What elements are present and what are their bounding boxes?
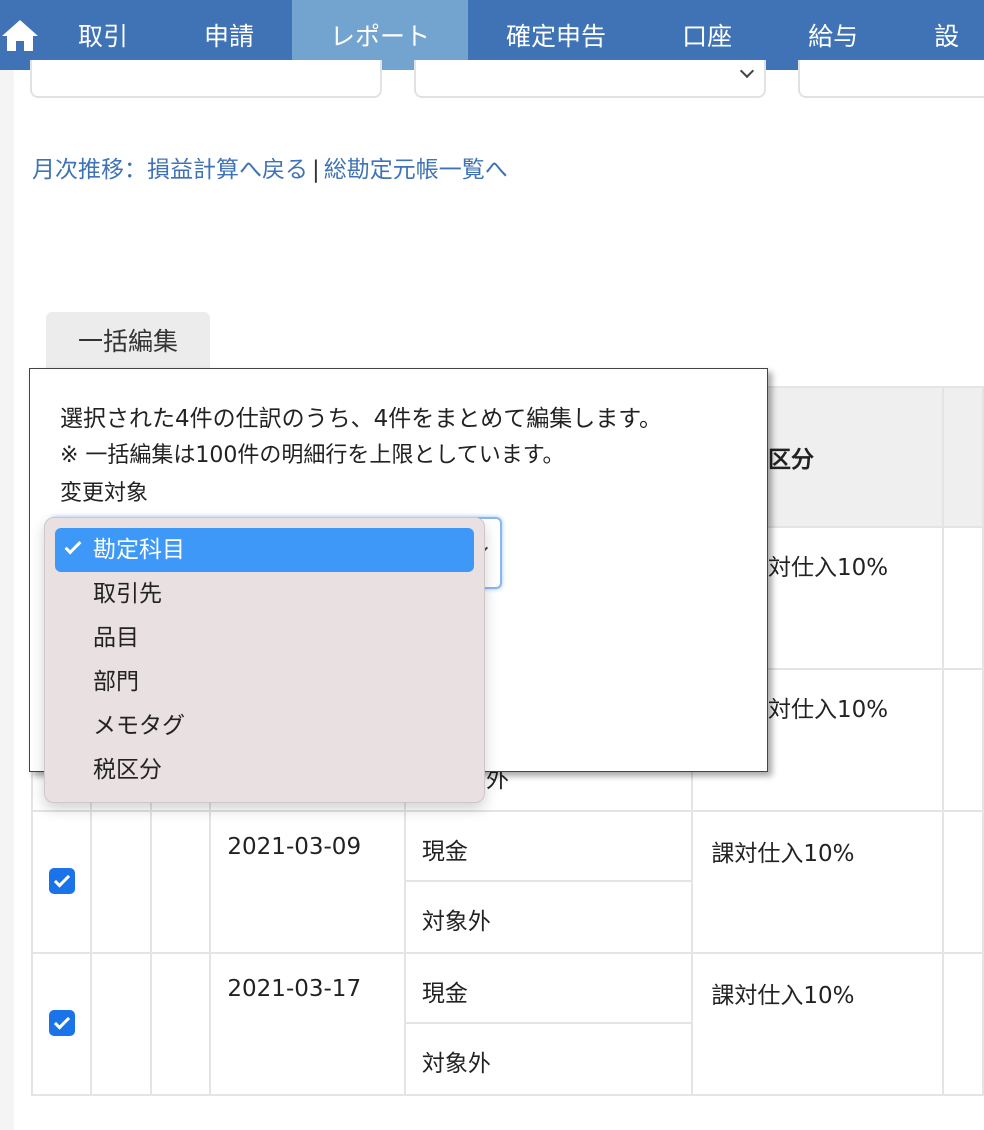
table-row: 2021-03-09 現金 対象外 課対仕入10% [30, 810, 984, 954]
row-account: 現金 [405, 812, 692, 882]
row-checkbox[interactable] [49, 1010, 75, 1036]
back-to-pl-link[interactable]: 月次推移：損益計算へ戻る [32, 157, 308, 183]
filter-input-3[interactable] [798, 60, 984, 98]
link-separator: | [312, 157, 320, 183]
dropdown-option-tax-class[interactable]: 税区分 [55, 748, 474, 792]
row-tax-type: 対象外 [421, 909, 491, 935]
row-tax-type: 対象外 [421, 1051, 491, 1077]
table-row: 2021-03-17 現金 対象外 課対仕入10% [30, 952, 984, 1096]
row-account: 現金 [405, 954, 692, 1024]
dropdown-option-department[interactable]: 部門 [55, 660, 474, 704]
dropdown-option-item[interactable]: 品目 [55, 616, 474, 660]
checkmark-icon [53, 1012, 71, 1030]
header-cell [942, 386, 984, 528]
filter-input-1[interactable] [30, 60, 382, 98]
header-tax-class-partial: 区分 [768, 447, 814, 473]
row-date: 2021-03-09 [209, 810, 406, 954]
dropdown-option-partner[interactable]: 取引先 [55, 572, 474, 616]
row-tax-class-partial: 対仕入10% [768, 555, 889, 581]
page-left-border [0, 70, 14, 1130]
checkmark-icon [53, 870, 71, 888]
dropdown-option-memo-tag[interactable]: メモタグ [55, 704, 474, 748]
popover-description: 選択された4件の仕訳のうち、4件をまとめて編集します。 [60, 406, 662, 432]
row-date: 2021-03-17 [209, 952, 406, 1096]
report-links: 月次推移：損益計算へ戻る | 総勘定元帳一覧へ [32, 150, 508, 184]
change-target-label: 変更対象 [60, 481, 149, 506]
row-tax-class: 課対仕入10% [691, 810, 945, 954]
filter-select-2[interactable] [414, 60, 766, 98]
chevron-down-icon [739, 63, 755, 79]
general-ledger-link[interactable]: 総勘定元帳一覧へ [324, 157, 508, 183]
check-icon [64, 537, 82, 555]
row-checkbox[interactable] [49, 868, 75, 894]
bulk-edit-button[interactable]: 一括編集 [46, 312, 210, 368]
popover-limit-note: ※ 一括編集は100件の明細行を上限としています。 [60, 443, 565, 468]
row-tax-class: 課対仕入10% [691, 952, 945, 1096]
change-target-dropdown: 勘定科目 取引先 品目 部門 メモタグ 税区分 [44, 517, 485, 803]
dropdown-option-account[interactable]: 勘定科目 [55, 528, 474, 572]
row-tax-class-partial: 対仕入10% [768, 697, 889, 723]
